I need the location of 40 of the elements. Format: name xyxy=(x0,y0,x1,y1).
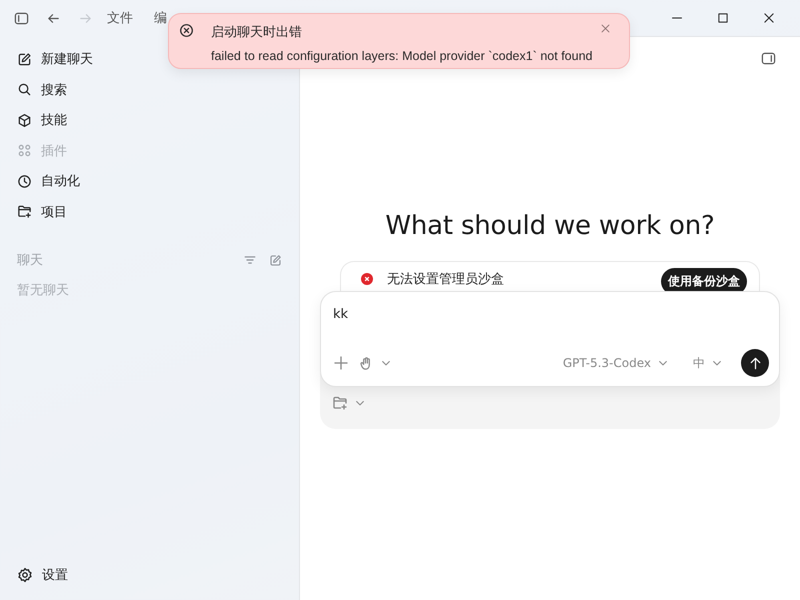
new-chat-button[interactable] xyxy=(269,254,282,266)
effort-dropdown[interactable]: 中 xyxy=(693,354,723,372)
grid-dots-icon xyxy=(17,143,32,158)
section-title: 聊天 xyxy=(17,252,44,269)
search-icon xyxy=(17,82,32,98)
close-icon xyxy=(600,23,612,34)
sidebar-item[interactable]: 项目 xyxy=(8,196,291,227)
settings-button[interactable]: 设置 xyxy=(8,560,291,590)
permissions-dropdown[interactable] xyxy=(359,356,392,370)
panel-toggle-icon[interactable] xyxy=(761,51,776,66)
message-input[interactable]: kk xyxy=(333,304,769,324)
settings-icon xyxy=(17,566,33,583)
folder-plus-icon xyxy=(17,204,32,220)
error-circle-icon xyxy=(179,23,194,38)
close-icon xyxy=(763,12,775,24)
sidebar-item[interactable]: 搜索 xyxy=(8,74,291,105)
add-button[interactable] xyxy=(333,355,349,371)
cube-icon xyxy=(17,112,32,128)
plus-icon xyxy=(333,355,349,371)
menu-item[interactable]: 文件 xyxy=(101,4,139,32)
edit-icon xyxy=(269,254,282,266)
clock-icon xyxy=(17,174,32,189)
menu-item[interactable]: 编 xyxy=(148,4,173,32)
maximize-icon xyxy=(717,12,729,24)
sidebar-item[interactable]: 技能 xyxy=(8,105,291,136)
toast-message: failed to read configuration layers: Model provider `codex1` not found xyxy=(211,49,592,65)
folder-dropdown[interactable] xyxy=(332,395,366,411)
error-icon xyxy=(361,273,373,285)
heading: What should we work on? xyxy=(385,211,715,241)
model-dropdown[interactable]: GPT-5.3-Codex xyxy=(562,356,669,370)
arrow-up-icon xyxy=(748,356,762,370)
empty-text: 暂无聊天 xyxy=(16,282,70,299)
edit-icon xyxy=(17,52,32,67)
toast-title: 启动聊天时出错 xyxy=(211,24,303,42)
warning-text: 无法设置管理员沙盒 xyxy=(387,271,505,288)
folder-plus-icon xyxy=(332,395,348,411)
send-button[interactable] xyxy=(741,349,769,377)
sidebar-item[interactable]: 自动化 xyxy=(8,166,291,196)
panel-icon xyxy=(761,51,776,66)
sidebar-icon xyxy=(14,10,28,26)
